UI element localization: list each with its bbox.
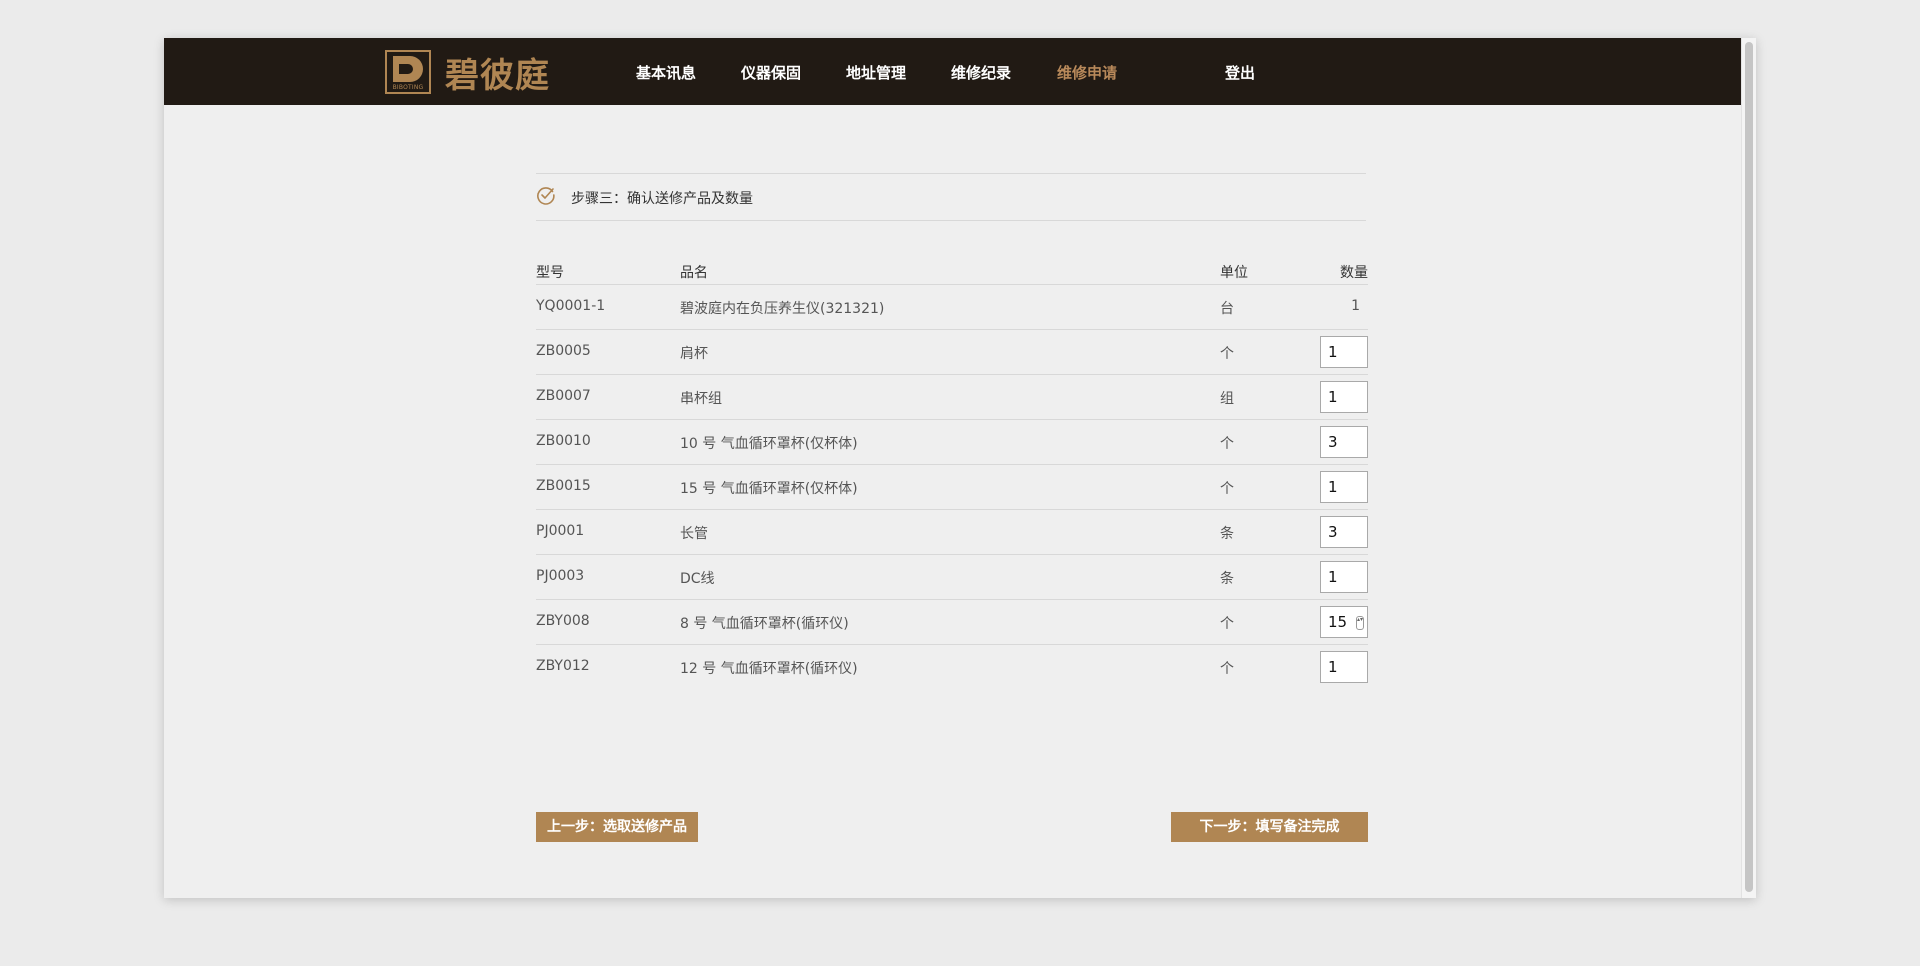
cell-unit: 组 xyxy=(1220,391,1234,407)
quantity-value: 3 xyxy=(1328,433,1338,451)
check-circle-icon xyxy=(537,187,555,205)
header-qty: 数量 xyxy=(1340,265,1368,281)
cell-name: 8 号 气血循环罩杯(循环仪) xyxy=(680,616,849,632)
quantity-input[interactable]: 3 xyxy=(1320,516,1368,548)
quantity-value: 1 xyxy=(1328,343,1338,361)
nav-address[interactable]: 地址管理 xyxy=(846,62,906,83)
quantity-input[interactable]: 1 xyxy=(1320,336,1368,368)
cell-unit: 台 xyxy=(1220,301,1234,317)
repair-items-table: 型号 品名 单位 数量 YQ0001-1 碧波庭内在负压养生仪(321321) 台 1… xyxy=(536,258,1368,689)
brand-name: 碧彼庭 xyxy=(445,55,550,96)
cell-model: ZB0015 xyxy=(536,478,591,494)
quantity-value: 1 xyxy=(1328,388,1338,406)
cell-model: PJ0003 xyxy=(536,568,585,584)
header-model: 型号 xyxy=(536,265,564,281)
quantity-value: 3 xyxy=(1328,523,1338,541)
table-row: PJ0001 长管 条 3 xyxy=(536,510,1368,555)
cell-name: 12 号 气血循环罩杯(循环仪) xyxy=(680,661,858,677)
table-row: ZB0007 串杯组 组 1 xyxy=(536,375,1368,420)
nav-logout[interactable]: 登出 xyxy=(1225,62,1255,83)
quantity-value: 1 xyxy=(1328,658,1338,676)
cell-unit: 个 xyxy=(1220,481,1234,497)
logo-mark-icon: BIBOTING xyxy=(385,50,431,94)
quantity-input[interactable]: 1 xyxy=(1320,471,1368,503)
cell-model: ZBY012 xyxy=(536,658,590,674)
nav-warranty[interactable]: 仪器保固 xyxy=(741,62,801,83)
table-row: ZB0010 10 号 气血循环罩杯(仅杯体) 个 3 xyxy=(536,420,1368,465)
logo-subtext: BIBOTING xyxy=(392,84,424,91)
header-name: 品名 xyxy=(680,265,708,281)
cell-name: 碧波庭内在负压养生仪(321321) xyxy=(680,301,885,317)
cell-model: ZB0007 xyxy=(536,388,591,404)
quantity-static: 1 xyxy=(1351,298,1360,314)
cell-name: 10 号 气血循环罩杯(仅杯体) xyxy=(680,436,858,452)
quantity-input[interactable]: 1 xyxy=(1320,651,1368,683)
vertical-scrollbar[interactable] xyxy=(1741,38,1756,898)
cell-model: ZBY008 xyxy=(536,613,590,629)
quantity-input[interactable]: 3 xyxy=(1320,426,1368,458)
cell-name: 串杯组 xyxy=(680,391,722,407)
cell-model: PJ0001 xyxy=(536,523,585,539)
cell-name: 长管 xyxy=(680,526,708,542)
step-header: 步骤三：确认送修产品及数量 xyxy=(536,173,1366,221)
cell-model: ZB0005 xyxy=(536,343,591,359)
cell-unit: 个 xyxy=(1220,346,1234,362)
browser-window: BIBOTING 碧彼庭 基本讯息 仪器保固 地址管理 维修纪录 维修申请 登出… xyxy=(164,38,1756,898)
header-unit: 单位 xyxy=(1220,265,1248,281)
quantity-value: 1 xyxy=(1328,478,1338,496)
cell-unit: 条 xyxy=(1220,571,1234,587)
nav-repair-records[interactable]: 维修纪录 xyxy=(951,62,1011,83)
table-row: YQ0001-1 碧波庭内在负压养生仪(321321) 台 1 xyxy=(536,285,1368,330)
table-row: ZB0015 15 号 气血循环罩杯(仅杯体) 个 1 xyxy=(536,465,1368,510)
cell-name: 肩杯 xyxy=(680,346,708,362)
nav-basic-info[interactable]: 基本讯息 xyxy=(636,62,696,83)
cell-unit: 个 xyxy=(1220,661,1234,677)
cell-model: ZB0010 xyxy=(536,433,591,449)
prev-step-button[interactable]: 上一步：选取送修产品 xyxy=(536,812,698,842)
cell-name: DC线 xyxy=(680,571,715,587)
cell-model: YQ0001-1 xyxy=(536,298,606,314)
stepper-spin-icon[interactable]: ▴▾ xyxy=(1356,616,1364,630)
quantity-value: 1 xyxy=(1328,568,1338,586)
table-row: ZBY012 12 号 气血循环罩杯(循环仪) 个 1 xyxy=(536,645,1368,689)
top-navbar: BIBOTING 碧彼庭 基本讯息 仪器保固 地址管理 维修纪录 维修申请 登出 xyxy=(164,38,1742,105)
next-step-button[interactable]: 下一步：填写备注完成 xyxy=(1171,812,1368,842)
brand-logo[interactable]: BIBOTING 碧彼庭 xyxy=(385,50,565,96)
table-row: PJ0003 DC线 条 1 xyxy=(536,555,1368,600)
table-row: ZBY008 8 号 气血循环罩杯(循环仪) 个 15 ▴▾ xyxy=(536,600,1368,645)
scrollbar-thumb[interactable] xyxy=(1745,42,1753,892)
cell-unit: 个 xyxy=(1220,436,1234,452)
quantity-value: 15 xyxy=(1328,613,1348,631)
nav-repair-request[interactable]: 维修申请 xyxy=(1057,62,1117,83)
cell-name: 15 号 气血循环罩杯(仅杯体) xyxy=(680,481,858,497)
table-row: ZB0005 肩杯 个 1 xyxy=(536,330,1368,375)
quantity-input[interactable]: 1 xyxy=(1320,381,1368,413)
quantity-input[interactable]: 1 xyxy=(1320,561,1368,593)
quantity-input[interactable]: 15 ▴▾ xyxy=(1320,606,1368,638)
cell-unit: 条 xyxy=(1220,526,1234,542)
step-title: 步骤三：确认送修产品及数量 xyxy=(571,191,753,207)
cell-unit: 个 xyxy=(1220,616,1234,632)
table-header: 型号 品名 单位 数量 xyxy=(536,258,1368,285)
